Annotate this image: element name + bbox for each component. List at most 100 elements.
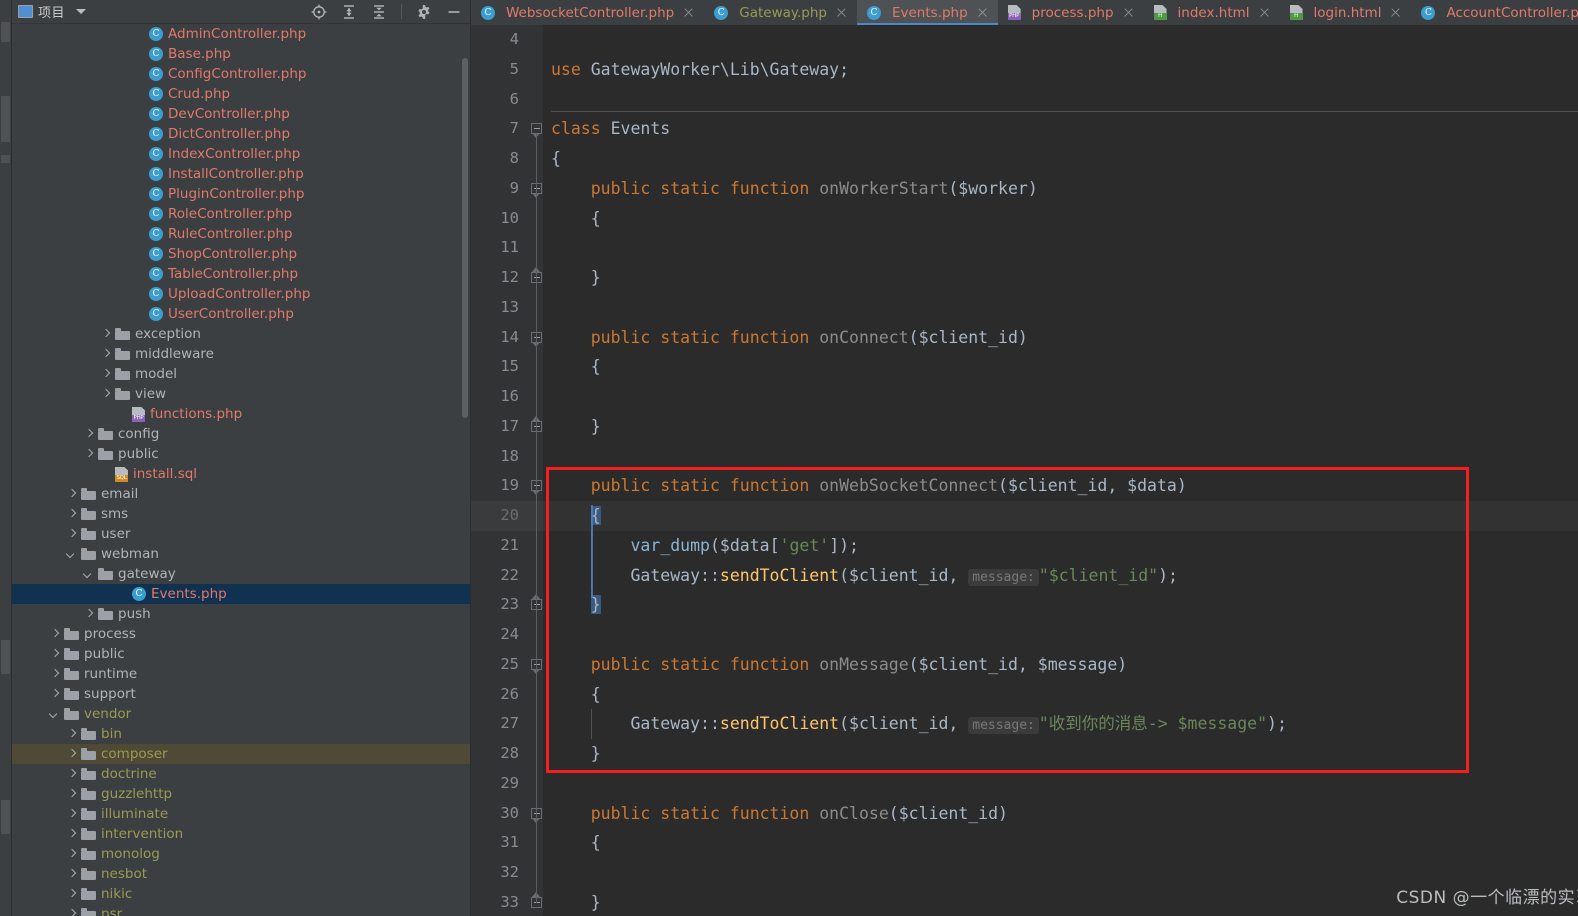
tool-stub-5[interactable] [1, 800, 10, 834]
tree-item-functions-php[interactable]: PHP functions.php [12, 404, 470, 424]
tree-item-devcontroller-php[interactable]: C DevController.php [12, 104, 470, 124]
chevron-right-icon[interactable] [67, 830, 76, 839]
fold-collapse-icon[interactable] [531, 594, 543, 611]
tree-item-shopcontroller-php[interactable]: C ShopController.php [12, 244, 470, 264]
tree-item-crud-php[interactable]: C Crud.php [12, 84, 470, 104]
tree-item-email[interactable]: email [12, 484, 470, 504]
left-tool-window-bar[interactable] [0, 0, 12, 916]
editor-tab-process-php[interactable]: PHP process.php [997, 0, 1144, 25]
close-icon[interactable] [1122, 6, 1135, 19]
fold-expand-icon[interactable] [531, 807, 543, 823]
close-icon[interactable] [682, 6, 695, 19]
chevron-right-icon[interactable] [67, 510, 76, 519]
tool-stub-1[interactable] [1, 22, 10, 42]
expand-all-icon[interactable] [341, 4, 357, 20]
code-line-text[interactable]: } [551, 412, 1578, 442]
editor-tab-bar[interactable]: C WebsocketController.php C Gateway.php C Eve… [471, 0, 1578, 25]
fold-collapse-icon[interactable] [531, 415, 543, 433]
tree-item-guzzlehttp[interactable]: guzzlehttp [12, 784, 470, 804]
chevron-right-icon[interactable] [67, 770, 76, 779]
tree-item-install-sql[interactable]: SQL install.sql [12, 464, 470, 484]
tree-item-uploadcontroller-php[interactable]: C UploadController.php [12, 284, 470, 304]
tree-item-composer[interactable]: composer [12, 744, 470, 764]
file-tree-scroll[interactable]: C AdminController.php C Base.php C ConfigCont… [12, 23, 470, 916]
code-editor[interactable]: 4 5 use GatewayWorker\Lib\Gateway; 6 7 class … [471, 25, 1578, 916]
editor-tab-index-html[interactable]: Hindex.html [1143, 0, 1280, 25]
tree-item-process[interactable]: process [12, 624, 470, 644]
chevron-right-icon[interactable] [50, 670, 59, 679]
chevron-down-icon[interactable] [84, 570, 93, 579]
code-line-text[interactable]: { [551, 828, 1578, 858]
editor-tab-websocketcontroller-php[interactable]: C WebsocketController.php [471, 0, 705, 25]
code-line-text[interactable]: { [551, 204, 1578, 234]
tree-item-support[interactable]: support [12, 684, 470, 704]
tree-item-bin[interactable]: bin [12, 724, 470, 744]
fold-expand-icon[interactable] [531, 182, 543, 198]
chevron-right-icon[interactable] [101, 390, 110, 399]
tree-item-psr[interactable]: psr [12, 904, 470, 916]
code-line-text[interactable]: var_dump($data['get']); [551, 531, 1578, 561]
tree-item-indexcontroller-php[interactable]: C IndexController.php [12, 144, 470, 164]
fold-expand-icon[interactable] [531, 480, 543, 496]
tree-item-events-php[interactable]: C Events.php [12, 584, 470, 604]
close-icon[interactable] [1389, 6, 1402, 19]
tree-item-illuminate[interactable]: illuminate [12, 804, 470, 824]
collapse-all-icon[interactable] [371, 4, 387, 20]
settings-gear-icon[interactable] [416, 4, 432, 20]
code-line-text[interactable]: } [551, 739, 1578, 769]
fold-collapse-icon[interactable] [531, 267, 543, 284]
chevron-right-icon[interactable] [67, 850, 76, 859]
chevron-right-icon[interactable] [101, 370, 110, 379]
code-line-text[interactable]: { [551, 144, 1578, 174]
tree-item-doctrine[interactable]: doctrine [12, 764, 470, 784]
code-line-text[interactable]: class Events [551, 114, 1578, 144]
tree-item-admincontroller-php[interactable]: C AdminController.php [12, 24, 470, 44]
editor-tab-events-php[interactable]: C Events.php [856, 0, 998, 25]
tree-item-rolecontroller-php[interactable]: C RoleController.php [12, 204, 470, 224]
chevron-right-icon[interactable] [67, 750, 76, 759]
chevron-right-icon[interactable] [84, 430, 93, 439]
tree-item-dictcontroller-php[interactable]: C DictController.php [12, 124, 470, 144]
tree-item-view[interactable]: view [12, 384, 470, 404]
chevron-down-icon[interactable] [50, 710, 59, 719]
chevron-right-icon[interactable] [67, 790, 76, 799]
tree-item-public[interactable]: public [12, 644, 470, 664]
code-line-text[interactable]: Gateway::sendToClient($client_id, messag… [551, 561, 1578, 593]
tree-item-push[interactable]: push [12, 604, 470, 624]
close-icon[interactable] [1258, 6, 1271, 19]
fold-expand-icon[interactable] [531, 331, 543, 347]
code-line-text[interactable]: { [551, 680, 1578, 710]
tree-item-user[interactable]: user [12, 524, 470, 544]
chevron-right-icon[interactable] [50, 630, 59, 639]
code-line-text[interactable]: { [551, 352, 1578, 382]
project-selector[interactable]: 项目 [18, 2, 87, 21]
code-line-text[interactable]: public static function onWebSocketConnec… [551, 471, 1578, 501]
tree-item-nesbot[interactable]: nesbot [12, 864, 470, 884]
tree-item-vendor[interactable]: vendor [12, 704, 470, 724]
tree-item-plugincontroller-php[interactable]: C PluginController.php [12, 184, 470, 204]
fold-expand-icon[interactable] [531, 123, 543, 139]
code-line-text[interactable]: public static function onConnect($client… [551, 323, 1578, 353]
chevron-right-icon[interactable] [101, 350, 110, 359]
tree-item-configcontroller-php[interactable]: C ConfigController.php [12, 64, 470, 84]
close-icon[interactable] [976, 6, 989, 19]
chevron-right-icon[interactable] [50, 650, 59, 659]
close-icon[interactable] [835, 6, 848, 19]
tree-item-monolog[interactable]: monolog [12, 844, 470, 864]
chevron-right-icon[interactable] [67, 810, 76, 819]
chevron-right-icon[interactable] [67, 730, 76, 739]
editor-tab-gateway-php[interactable]: C Gateway.php [704, 0, 857, 25]
tree-item-exception[interactable]: exception [12, 324, 470, 344]
tree-item-config[interactable]: config [12, 424, 470, 444]
tree-item-installcontroller-php[interactable]: C InstallController.php [12, 164, 470, 184]
tree-item-model[interactable]: model [12, 364, 470, 384]
fold-expand-icon[interactable] [531, 658, 543, 674]
code-line-text[interactable]: } [551, 263, 1578, 293]
chevron-down-icon[interactable] [76, 9, 87, 14]
editor-tab-accountcontroller-php[interactable]: C AccountController.php [1411, 0, 1578, 25]
fold-collapse-icon[interactable] [531, 891, 543, 909]
chevron-right-icon[interactable] [67, 530, 76, 539]
tree-item-intervention[interactable]: intervention [12, 824, 470, 844]
tree-item-webman[interactable]: webman [12, 544, 470, 564]
chevron-right-icon[interactable] [67, 910, 76, 916]
